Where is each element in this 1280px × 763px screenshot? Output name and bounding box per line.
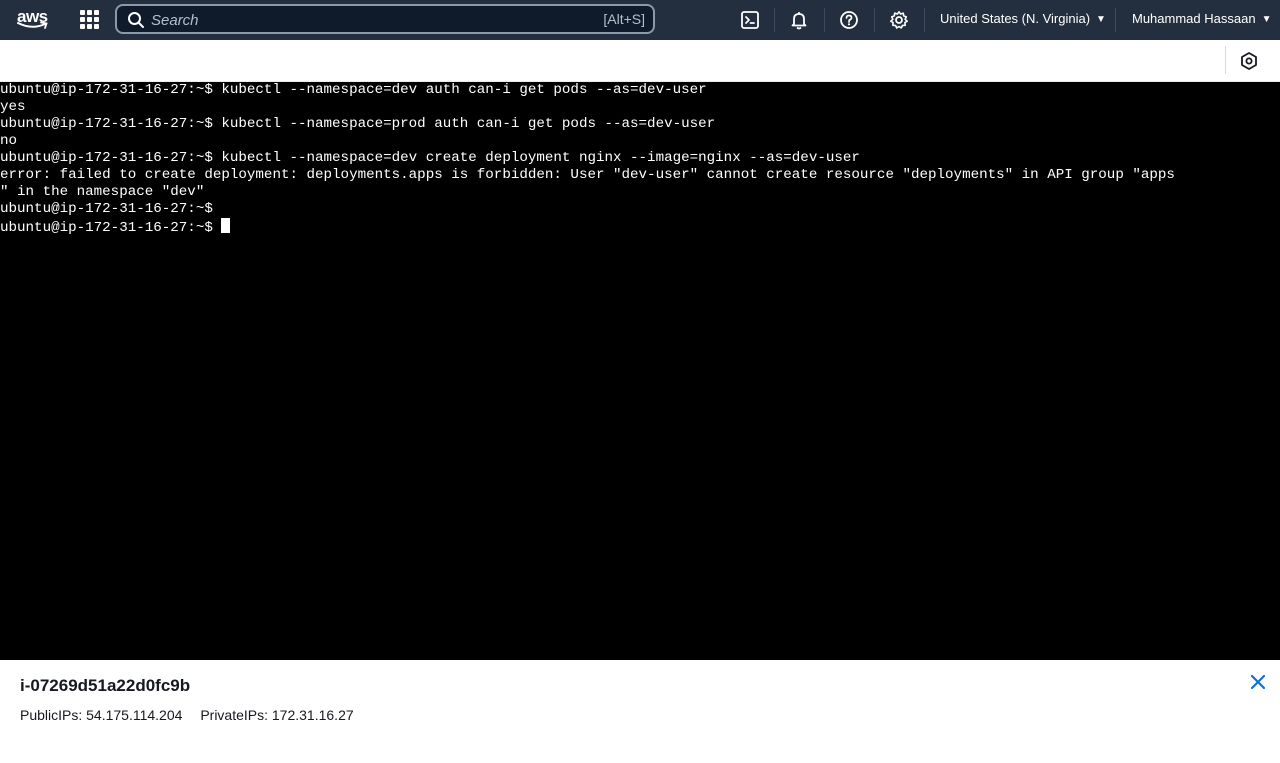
nav-divider	[924, 8, 925, 32]
region-label: United States (N. Virginia)	[940, 11, 1091, 26]
caret-down-icon: ▼	[1096, 14, 1106, 25]
instance-ips: PublicIPs: 54.175.114.204 PrivateIPs: 17…	[20, 707, 368, 723]
search-bar[interactable]: [Alt+S]	[115, 4, 655, 34]
aws-logo[interactable]: aws	[16, 6, 50, 32]
terminal-line: ubuntu@ip-172-31-16-27:~$ kubectl --name…	[0, 150, 860, 166]
terminal-prompt-line[interactable]: ubuntu@ip-172-31-16-27:~$	[0, 218, 1175, 236]
terminal-line: yes	[0, 99, 26, 115]
instance-info-panel: i-07269d51a22d0fc9b PublicIPs: 54.175.11…	[0, 660, 1280, 763]
terminal-line: error: failed to create deployment: depl…	[0, 167, 1175, 183]
terminal-line: no	[0, 133, 18, 149]
help-icon[interactable]	[837, 8, 861, 32]
nav-divider	[824, 8, 825, 32]
gear-icon[interactable]	[887, 8, 911, 32]
terminal-cursor	[221, 218, 231, 233]
nav-divider	[1115, 8, 1116, 32]
search-input[interactable]	[151, 10, 571, 30]
account-menu[interactable]: Muhammad Hassaan ▼	[1132, 11, 1271, 26]
terminal-line: ubuntu@ip-172-31-16-27:~$ kubectl --name…	[0, 82, 707, 98]
terminal-line: ubuntu@ip-172-31-16-27:~$ kubectl --name…	[0, 116, 716, 132]
terminal-prompt: ubuntu@ip-172-31-16-27:~$	[0, 220, 222, 236]
toolbar-divider	[1225, 46, 1226, 74]
account-name: Muhammad Hassaan	[1132, 11, 1256, 26]
private-ips: PrivateIPs: 172.31.16.27	[200, 707, 354, 723]
search-shortcut-hint: [Alt+S]	[603, 11, 645, 27]
terminal-window[interactable]: ubuntu@ip-172-31-16-27:~$ kubectl --name…	[0, 82, 1280, 660]
session-toolbar	[0, 40, 1280, 82]
close-icon[interactable]	[1248, 672, 1268, 692]
session-preferences-icon[interactable]	[1239, 51, 1259, 71]
terminal-output: ubuntu@ip-172-31-16-27:~$ kubectl --name…	[0, 82, 1175, 236]
bell-icon[interactable]	[787, 8, 811, 32]
caret-down-icon: ▼	[1261, 14, 1272, 25]
public-ips: PublicIPs: 54.175.114.204	[20, 707, 183, 723]
nav-divider	[874, 8, 875, 32]
search-icon	[128, 12, 144, 28]
top-navigation-bar: aws [Alt+S]	[0, 0, 1280, 40]
aws-smile-icon	[17, 21, 48, 29]
cloudshell-icon[interactable]	[738, 8, 762, 32]
region-selector[interactable]: United States (N. Virginia) ▼	[940, 11, 1106, 26]
services-menu-icon[interactable]	[80, 10, 99, 29]
terminal-line: ubuntu@ip-172-31-16-27:~$	[0, 201, 213, 217]
instance-id: i-07269d51a22d0fc9b	[20, 676, 191, 695]
terminal-line: " in the namespace "dev"	[0, 184, 205, 200]
nav-divider	[774, 8, 775, 32]
